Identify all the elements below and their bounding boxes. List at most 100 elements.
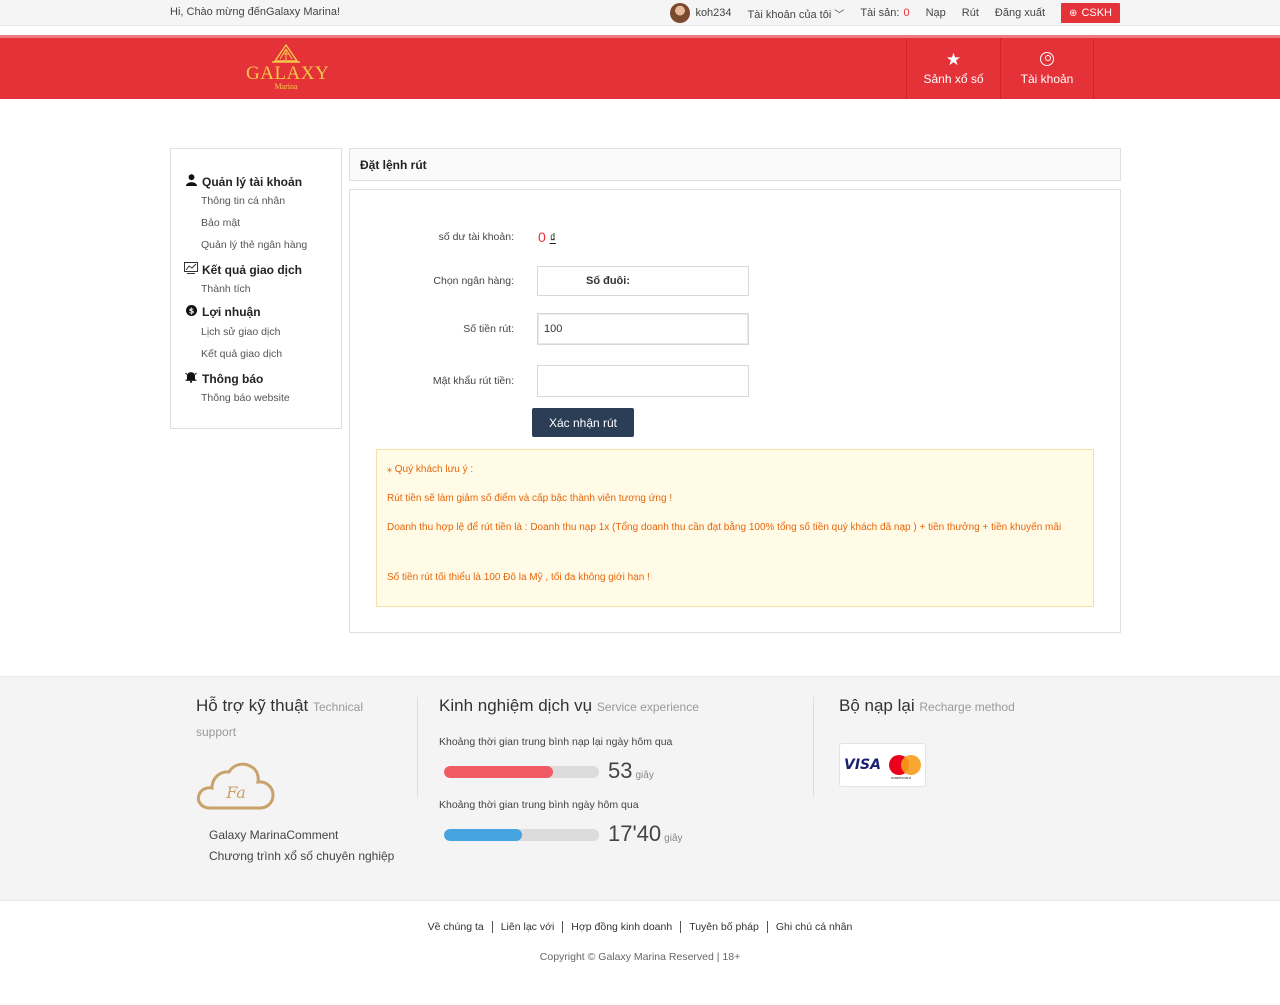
footer-link-contact[interactable]: Liên lạc với (491, 921, 563, 933)
currency-symbol: ₫ (549, 231, 556, 245)
sidebar-item-transaction-results[interactable]: Kết quả giao dịch (201, 348, 282, 360)
bell-icon (183, 371, 199, 386)
chart-icon (183, 262, 199, 277)
stat2-value: 17'40 giây (608, 821, 683, 847)
dollar-icon: $ (183, 305, 199, 319)
assets-info: Tài sản: 0 (860, 7, 909, 19)
password-label: Mật khẩu rút tiền: (432, 375, 514, 387)
stat1-progress (444, 766, 599, 778)
amount-label: Số tiền rút: (463, 323, 514, 335)
balance-label: số dư tài khoản: (438, 231, 514, 243)
support-label: CSKH (1081, 7, 1112, 19)
nav-label: Sảnh xổ số (923, 72, 984, 86)
payment-cards: VISA mastercard (839, 743, 926, 787)
stat2-progress-fill (444, 829, 522, 841)
assets-label: Tài sản: (860, 7, 900, 19)
stat2-unit: giây (664, 833, 683, 844)
nav-account[interactable]: Tài khoản (1000, 38, 1094, 99)
service-title-vi: Kinh nghiệm dịch vụ (439, 696, 593, 715)
account-sidebar: Quản lý tài khoản Thông tin cá nhân Bảo … (170, 148, 342, 429)
sidebar-item-transaction-history[interactable]: Lịch sử giao dịch (201, 326, 280, 338)
assets-value: 0 (903, 7, 910, 19)
svg-text:$: $ (188, 307, 194, 316)
sidebar-group-title: Quản lý tài khoản (202, 174, 303, 189)
sidebar-group-profit[interactable]: $ Lợi nhuận (183, 305, 261, 319)
withdraw-link[interactable]: Rút (962, 7, 979, 19)
nav-label: Tài khoản (1020, 71, 1074, 86)
user-circle-icon (1040, 51, 1054, 66)
username: koh234 (695, 7, 732, 19)
copyright-text: Copyright © Galaxy Marina Reserved | 18+ (539, 951, 741, 963)
mastercard-logo-icon: mastercard (888, 755, 921, 780)
deposit-link[interactable]: Nạp (926, 7, 946, 19)
sidebar-group-notifications[interactable]: Thông báo (183, 371, 263, 386)
chevron-down-icon: ﹀ (834, 9, 845, 21)
footer-link-business-contract[interactable]: Hợp đồng kinh doanh (562, 921, 680, 933)
main-nav: ★ Sảnh xổ số Tài khoản (906, 38, 1094, 99)
notice-heading: ⁎ Quý khách lưu ý : (387, 464, 474, 475)
top-bar: Hi, Chào mừng đếnGalaxy Marina! koh234 T… (0, 0, 1280, 26)
stat1-number: 53 (608, 758, 633, 783)
logo-brand: GALAXY (246, 63, 330, 84)
sidebar-item-bank-cards[interactable]: Quản lý thẻ ngân hàng (201, 239, 307, 251)
mastercard-text: mastercard (890, 775, 911, 780)
stat1-unit: giây (635, 770, 654, 781)
withdraw-notice: ⁎ Quý khách lưu ý : Rút tiền sẽ làm giảm… (376, 449, 1094, 607)
main-header: GALAXY Marina ★ Sảnh xổ số Tài khoản (0, 35, 1280, 99)
sidebar-group-title: Thông báo (202, 371, 264, 386)
sidebar-item-achievements[interactable]: Thành tích (201, 283, 251, 295)
balance-amount: 0 (538, 229, 546, 245)
user-profile[interactable]: koh234 (670, 3, 732, 23)
visa-logo-icon: VISA (844, 757, 881, 773)
bank-select[interactable]: Số đuôi: (537, 266, 749, 296)
amount-input[interactable]: 100 (537, 313, 749, 345)
footer-link-legal[interactable]: Tuyên bố pháp (680, 921, 767, 933)
support-button[interactable]: ⊕ CSKH (1061, 3, 1120, 23)
stat1-progress-fill (444, 766, 553, 778)
cloud-logo-icon: Fa (196, 762, 275, 810)
sidebar-group-account[interactable]: Quản lý tài khoản (183, 174, 302, 189)
svg-text:Fa: Fa (225, 783, 246, 802)
support-title: Hỗ trợ kỹ thuật Technical support (196, 694, 406, 744)
support-icon: ⊕ (1069, 7, 1078, 19)
stat2-number: 17'40 (608, 821, 662, 846)
footer-links: Về chúng ta Liên lạc với Hợp đồng kinh d… (0, 921, 1280, 933)
stat2-progress (444, 829, 599, 841)
withdraw-password-input[interactable] (537, 365, 749, 397)
recharge-title-en: Recharge method (919, 700, 1015, 714)
footer-link-privacy[interactable]: Ghi chú cá nhân (766, 921, 860, 933)
avatar (670, 3, 691, 23)
notice-line: Doanh thu hợp lệ để rút tiền là : Doanh … (387, 522, 1062, 533)
recharge-title: Bộ nạp lại Recharge method (839, 694, 1015, 719)
balance-value: 0 ₫ (538, 229, 556, 245)
stat1-label: Khoảng thời gian trung bình nạp lại ngày… (439, 736, 673, 748)
confirm-withdraw-button[interactable]: Xác nhận rút (532, 408, 634, 437)
stat1-value: 53 giây (608, 758, 654, 784)
footer-divider (813, 697, 814, 797)
withdraw-form-panel: số dư tài khoản: 0 ₫ Chọn ngân hàng: Số … (349, 189, 1121, 633)
sidebar-item-security[interactable]: Bảo mật (201, 217, 240, 229)
footer-divider (417, 697, 418, 797)
bank-label: Chọn ngân hàng: (433, 275, 514, 287)
nav-lottery-hall[interactable]: ★ Sảnh xổ số (906, 38, 1000, 99)
footer-link-about[interactable]: Về chúng ta (420, 921, 492, 933)
sidebar-item-website-notice[interactable]: Thông báo website (201, 392, 290, 404)
sidebar-group-results[interactable]: Kết quả giao dịch (183, 262, 302, 277)
recharge-title-vi: Bộ nạp lại (839, 696, 915, 715)
stat2-label: Khoảng thời gian trung bình ngày hôm qua (439, 799, 639, 811)
bank-suffix-label: Số đuôi: (586, 275, 630, 287)
comment-text: Galaxy MarinaComment (209, 828, 339, 842)
sidebar-item-personal-info[interactable]: Thông tin cá nhân (201, 195, 285, 207)
program-text: Chương trình xổ số chuyên nghiệp (209, 849, 395, 863)
logout-link[interactable]: Đăng xuất (995, 7, 1045, 19)
bottom-footer: Về chúng ta Liên lạc với Hợp đồng kinh d… (0, 900, 1280, 1005)
notice-line: Rút tiền sẽ làm giảm số điểm và cấp bậc … (387, 493, 673, 504)
greeting-text: Hi, Chào mừng đếnGalaxy Marina! (170, 6, 340, 18)
galaxy-marina-logo[interactable]: GALAXY Marina (246, 44, 330, 94)
service-title-en: Service experience (596, 700, 699, 714)
user-icon (183, 174, 199, 189)
my-account-label: Tài khoản của tôi (747, 8, 832, 21)
sidebar-group-title: Kết quả giao dịch (202, 262, 303, 277)
my-account-menu[interactable]: Tài khoản của tôi ﹀ (748, 6, 845, 21)
logo-mark-icon (272, 44, 300, 63)
